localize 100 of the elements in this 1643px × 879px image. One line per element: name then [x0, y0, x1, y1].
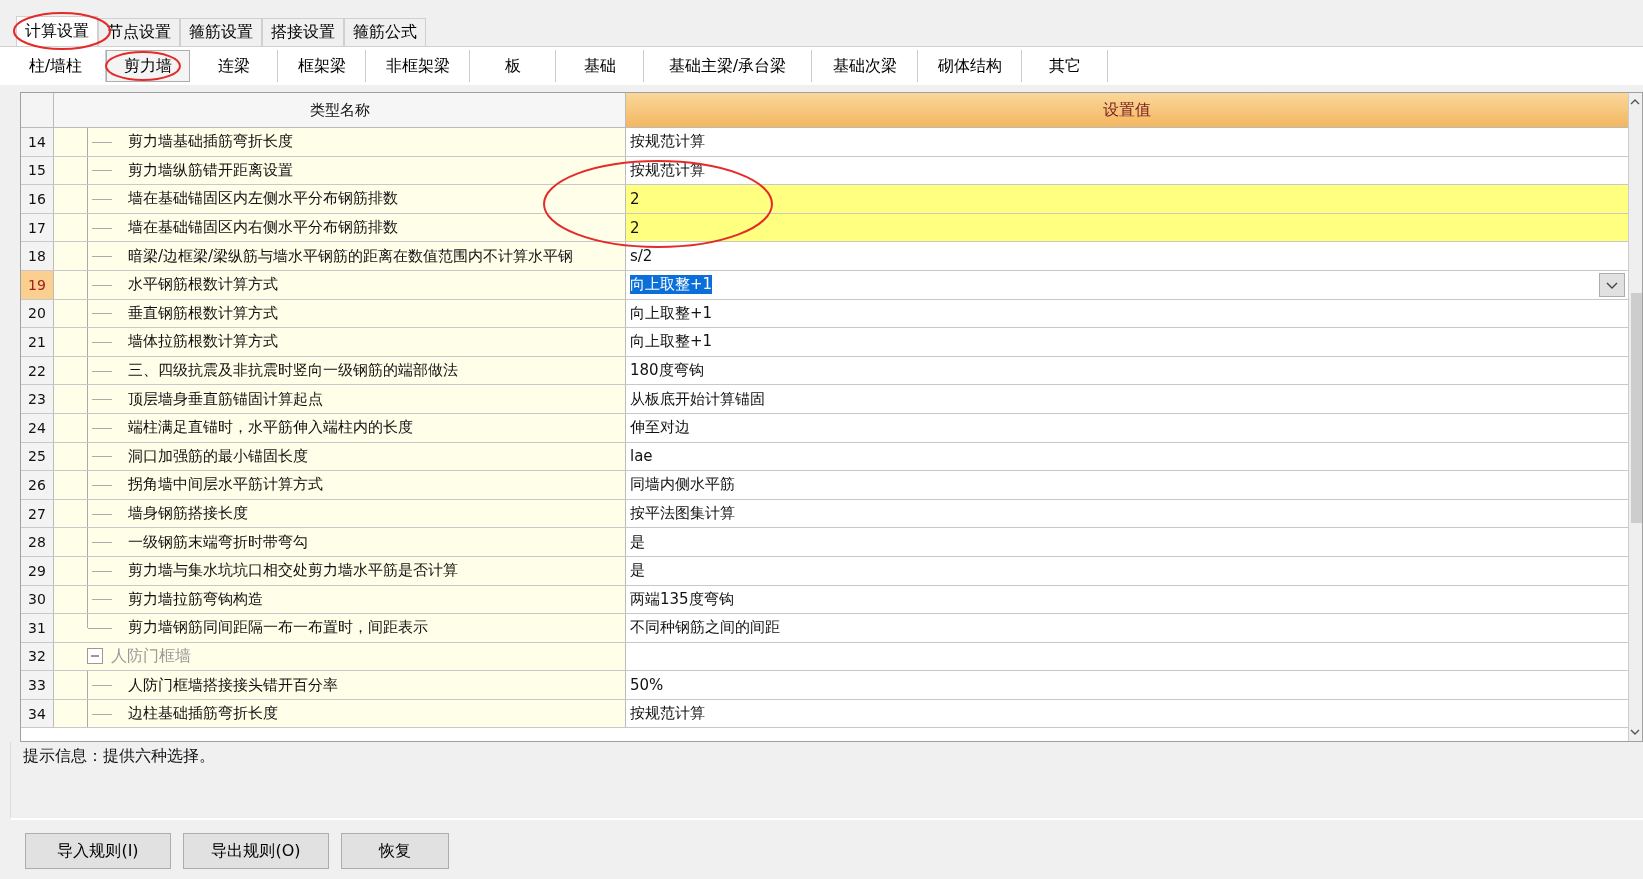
- tab[interactable]: 箍筋公式: [344, 18, 426, 46]
- row-number: 29: [21, 556, 54, 585]
- category-tab[interactable]: 非框架梁: [366, 50, 470, 82]
- tree-line: [87, 270, 112, 299]
- tree-line: [87, 556, 112, 585]
- row-number: 22: [21, 356, 54, 385]
- category-tab[interactable]: 其它: [1022, 50, 1108, 82]
- setting-name: 顶层墙身垂直筋锚固计算起点: [128, 389, 323, 409]
- setting-name: 墙身钢筋搭接长度: [128, 504, 248, 523]
- tree-line: [87, 413, 112, 442]
- setting-name: 墙在基础锚固区内右侧水平分布钢筋排数: [128, 218, 398, 238]
- column-header: 设置值: [626, 93, 1628, 127]
- row-number: 17: [21, 213, 54, 242]
- hint-text: 提示信息：提供六种选择。: [23, 746, 215, 765]
- category-tab[interactable]: 框架梁: [278, 50, 366, 82]
- tab[interactable]: 箍筋设置: [180, 18, 262, 46]
- row-number: 26: [21, 471, 54, 499]
- tree-line: [87, 213, 112, 242]
- row-number: 25: [21, 442, 54, 471]
- row-number: 32: [21, 642, 54, 671]
- setting-name: 水平钢筋根数计算方式: [128, 275, 278, 295]
- category-tab[interactable]: 基础主梁/承台梁: [644, 50, 812, 82]
- row-number: 15: [21, 156, 54, 185]
- dropdown-icon[interactable]: [1599, 272, 1625, 297]
- setting-value: 两端135度弯钩: [630, 589, 734, 609]
- tree-line: [87, 499, 112, 528]
- category-tab[interactable]: 基础: [556, 50, 644, 82]
- setting-name: 剪力墙纵筋错开距离设置: [128, 160, 293, 180]
- collapse-icon[interactable]: [87, 648, 103, 665]
- column-header: 类型名称: [54, 93, 626, 127]
- action-button[interactable]: 导出规则(O): [183, 833, 329, 869]
- scroll-down-icon[interactable]: [1629, 727, 1641, 737]
- tree-line: [87, 356, 112, 385]
- row-number: 21: [21, 328, 54, 356]
- setting-value: 是: [630, 561, 645, 581]
- scroll-up-icon[interactable]: [1629, 97, 1641, 107]
- tree-line: [87, 299, 112, 328]
- tree-line: [87, 385, 112, 413]
- setting-value: 向上取整+1: [630, 332, 713, 352]
- setting-name: 一级钢筋末端弯折时带弯勾: [128, 532, 308, 552]
- setting-value: lae: [630, 447, 653, 466]
- setting-name: 端柱满足直锚时，水平筋伸入端柱内的长度: [128, 418, 413, 438]
- setting-name: 墙体拉筋根数计算方式: [128, 332, 278, 352]
- tree-line: [87, 671, 112, 699]
- setting-value: 按规范计算: [630, 132, 705, 152]
- setting-name: 人防门框墙搭接接头错开百分率: [128, 675, 338, 695]
- setting-name: 剪力墙与集水坑坑口相交处剪力墙水平筋是否计算: [128, 561, 458, 581]
- setting-value: 向上取整+1: [630, 275, 713, 295]
- row-number: 34: [21, 699, 54, 728]
- tree-line: [87, 156, 112, 185]
- tree-line: [87, 128, 112, 156]
- tree-line: [87, 471, 112, 499]
- tree-line: [87, 528, 112, 556]
- row-number: 14: [21, 128, 54, 156]
- tree-line: [87, 185, 112, 213]
- category-tab[interactable]: 基础次梁: [812, 50, 918, 82]
- setting-value: 2: [630, 190, 640, 208]
- setting-value: 同墙内侧水平筋: [630, 475, 735, 495]
- action-button[interactable]: 恢复: [341, 833, 449, 869]
- setting-value: 180度弯钩: [630, 361, 704, 381]
- category-tab[interactable]: 连梁: [190, 50, 278, 82]
- category-tab[interactable]: 板: [470, 50, 556, 82]
- setting-value: 2: [630, 218, 640, 237]
- row-number: 30: [21, 585, 54, 614]
- setting-name: 垂直钢筋根数计算方式: [128, 303, 278, 323]
- setting-name: 暗梁/边框梁/梁纵筋与墙水平钢筋的距离在数值范围内不计算水平钢: [128, 246, 574, 266]
- setting-name: 剪力墙拉筋弯钩构造: [128, 589, 263, 609]
- row-number: 24: [21, 413, 54, 442]
- tree-line: [87, 242, 112, 270]
- tab[interactable]: 计算设置: [16, 16, 98, 46]
- row-number: 23: [21, 385, 54, 413]
- setting-value: 向上取整+1: [630, 303, 713, 323]
- row-number: 18: [21, 242, 54, 270]
- tree-line: [87, 442, 112, 471]
- row-number: 31: [21, 614, 54, 642]
- setting-value: 50%: [630, 676, 664, 695]
- setting-name: 三、四级抗震及非抗震时竖向一级钢筋的端部做法: [128, 361, 458, 381]
- setting-value: 从板底开始计算锚固: [630, 389, 765, 409]
- setting-name: 拐角墙中间层水平筋计算方式: [128, 475, 323, 495]
- tab[interactable]: 搭接设置: [262, 18, 344, 46]
- setting-value: 伸至对边: [630, 418, 690, 438]
- setting-value: 不同种钢筋之间的间距: [630, 618, 780, 638]
- row-number: 33: [21, 671, 54, 699]
- setting-value: 按平法图集计算: [630, 504, 735, 523]
- setting-name: 洞口加强筋的最小锚固长度: [128, 446, 308, 466]
- setting-name: 剪力墙钢筋同间距隔一布一布置时，间距表示: [128, 618, 428, 638]
- value-cell[interactable]: 2: [626, 213, 1628, 242]
- value-cell[interactable]: 2: [626, 185, 1628, 213]
- setting-value: 按规范计算: [630, 704, 705, 724]
- tree-line: [87, 699, 112, 728]
- setting-name: 剪力墙基础插筋弯折长度: [128, 132, 293, 152]
- setting-value: 是: [630, 532, 645, 552]
- tree-line: [87, 328, 112, 356]
- group-name: 人防门框墙: [111, 646, 191, 667]
- scrollbar[interactable]: [1628, 93, 1642, 741]
- category-tab[interactable]: 砌体结构: [918, 50, 1022, 82]
- row-number: 20: [21, 299, 54, 328]
- setting-value: s/2: [630, 247, 653, 266]
- row-number: 27: [21, 499, 54, 528]
- action-button[interactable]: 导入规则(I): [25, 833, 171, 869]
